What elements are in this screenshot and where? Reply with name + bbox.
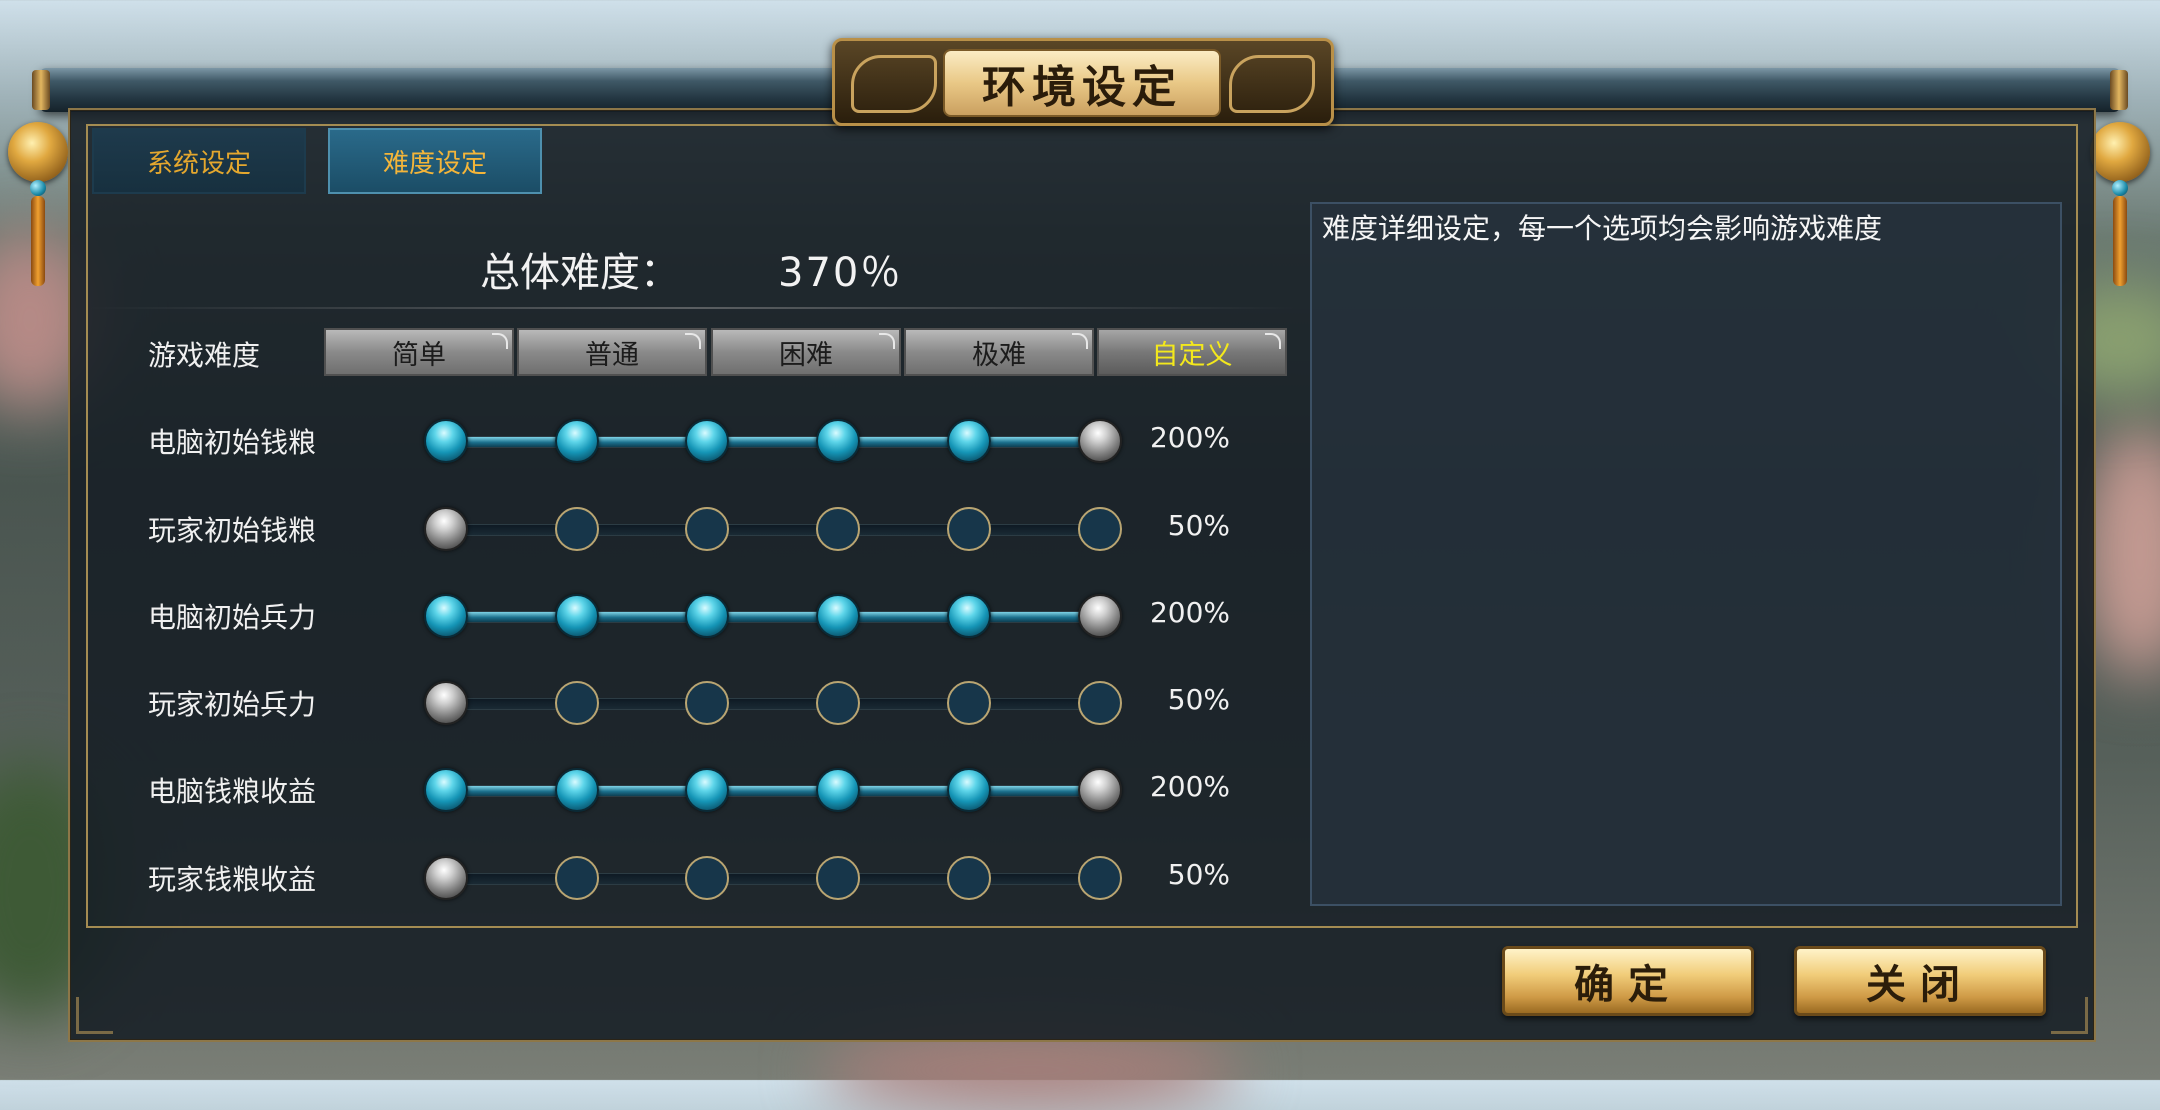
bead-icon	[2112, 180, 2128, 196]
bead-icon	[30, 180, 46, 196]
slider-track[interactable]	[446, 873, 1102, 885]
setting-label: 玩家钱粮收益	[148, 863, 317, 896]
close-button[interactable]: 关闭	[1794, 946, 2046, 1016]
rod-end-left	[32, 70, 50, 110]
slider-knob[interactable]	[947, 856, 991, 900]
slider-knob[interactable]	[685, 594, 729, 638]
setting-label: 玩家初始兵力	[148, 688, 317, 721]
slider-knob[interactable]	[555, 507, 599, 551]
slider-knob[interactable]	[424, 594, 468, 638]
setting-value: 50%	[1167, 858, 1230, 891]
slider-knob[interactable]	[947, 594, 991, 638]
slider-knob[interactable]	[685, 507, 729, 551]
title-frame: 环境设定	[832, 38, 1334, 126]
corner-deco-icon	[2051, 997, 2088, 1034]
setting-label: 电脑初始兵力	[148, 601, 317, 634]
slider-knob[interactable]	[685, 419, 729, 463]
slider-knob[interactable]	[947, 768, 991, 812]
divider	[88, 307, 1296, 309]
slider-knob[interactable]	[816, 594, 860, 638]
difficulty-normal-button[interactable]: 普通	[517, 328, 707, 376]
slider-knob[interactable]	[947, 507, 991, 551]
tab-system-settings[interactable]: 系统设定	[92, 128, 306, 194]
gold-medallion-icon	[2090, 122, 2150, 182]
setting-value: 200%	[1149, 770, 1230, 803]
overall-difficulty-label: 总体难度：	[480, 250, 680, 296]
slider-knob[interactable]	[816, 768, 860, 812]
difficulty-custom-button[interactable]: 自定义	[1097, 328, 1287, 376]
setting-label: 电脑钱粮收益	[148, 775, 317, 808]
slider-knob[interactable]	[424, 419, 468, 463]
corner-deco-icon	[76, 997, 113, 1034]
slider-track[interactable]	[446, 524, 1102, 536]
difficulty-easy-button[interactable]: 简单	[324, 328, 514, 376]
slider-knob[interactable]	[424, 856, 468, 900]
slider-knob[interactable]	[816, 507, 860, 551]
setting-label: 玩家初始钱粮	[148, 514, 317, 547]
tassel-icon	[2113, 196, 2127, 286]
background-scenery	[820, 1030, 1240, 1110]
difficulty-extreme-button[interactable]: 极难	[904, 328, 1094, 376]
setting-value: 200%	[1149, 421, 1230, 454]
cloud-swirl-icon	[1229, 55, 1315, 113]
confirm-button[interactable]: 确定	[1502, 946, 1754, 1016]
setting-value: 200%	[1149, 596, 1230, 629]
slider-knob[interactable]	[555, 419, 599, 463]
slider-knob[interactable]	[424, 681, 468, 725]
difficulty-hard-button[interactable]: 困难	[711, 328, 901, 376]
window-title: 环境设定	[943, 49, 1221, 117]
slider-knob[interactable]	[555, 856, 599, 900]
slider-track[interactable]	[446, 785, 1102, 797]
rod-end-right	[2110, 70, 2128, 110]
slider-knob[interactable]	[947, 419, 991, 463]
description-text: 难度详细设定，每一个选项均会影响游戏难度	[1322, 212, 1883, 245]
slider-knob[interactable]	[685, 768, 729, 812]
slider-knob[interactable]	[555, 594, 599, 638]
slider-knob[interactable]	[816, 419, 860, 463]
tassel-icon	[31, 196, 45, 286]
slider-knob[interactable]	[685, 681, 729, 725]
slider-track[interactable]	[446, 698, 1102, 710]
slider-track[interactable]	[446, 611, 1102, 623]
slider-knob[interactable]	[685, 856, 729, 900]
description-box	[1310, 202, 2062, 906]
slider-track[interactable]	[446, 436, 1102, 448]
slider-knob[interactable]	[816, 856, 860, 900]
gold-medallion-icon	[8, 122, 68, 182]
slider-knob[interactable]	[816, 681, 860, 725]
overall-difficulty-value: 370％	[778, 250, 903, 296]
slider-knob[interactable]	[555, 681, 599, 725]
slider-knob[interactable]	[424, 768, 468, 812]
game-difficulty-label: 游戏难度	[148, 339, 261, 372]
setting-value: 50%	[1167, 683, 1230, 716]
cloud-swirl-icon	[851, 55, 937, 113]
slider-knob[interactable]	[424, 507, 468, 551]
tab-difficulty-settings[interactable]: 难度设定	[328, 128, 542, 194]
setting-value: 50%	[1167, 509, 1230, 542]
setting-label: 电脑初始钱粮	[148, 426, 317, 459]
slider-knob[interactable]	[947, 681, 991, 725]
slider-knob[interactable]	[555, 768, 599, 812]
